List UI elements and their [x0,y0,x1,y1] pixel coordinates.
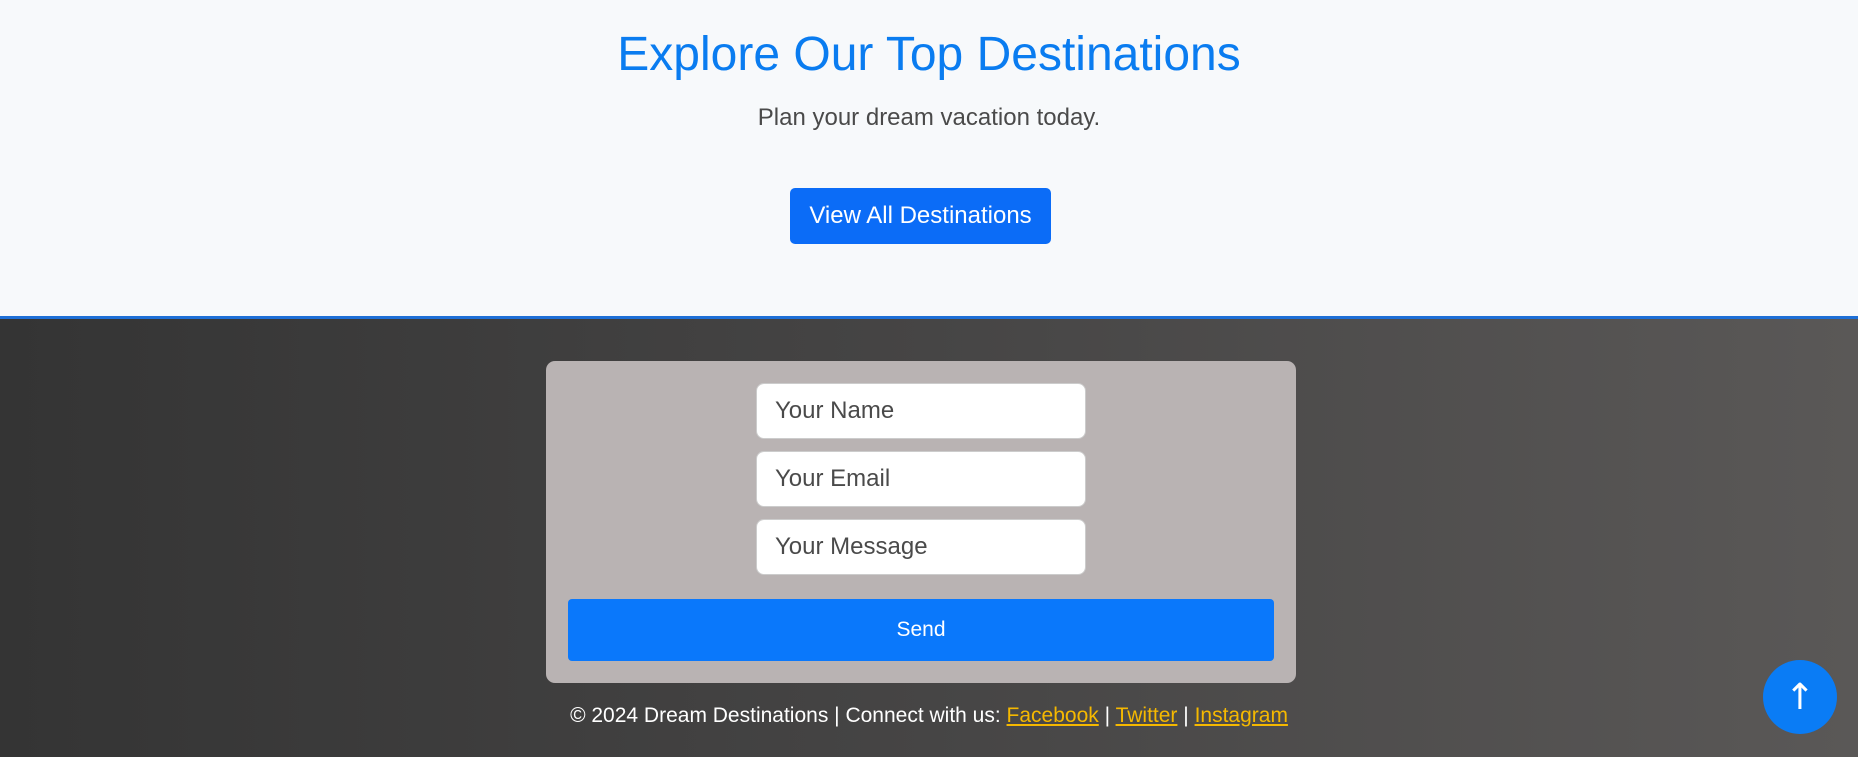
instagram-link[interactable]: Instagram [1195,704,1288,727]
copyright-text: © 2024 Dream Destinations | Connect with… [570,704,1001,727]
hero-title: Explore Our Top Destinations [617,28,1241,81]
message-input[interactable] [756,519,1086,575]
hero-subtitle: Plan your dream vacation today. [757,104,1101,131]
footer-text: © 2024 Dream Destinations | Connect with… [0,703,1858,729]
hero-section: Explore Our Top Destinations Plan your d… [0,0,1858,316]
view-all-destinations-button[interactable]: View All Destinations [790,188,1051,244]
name-input[interactable] [756,383,1086,439]
send-button[interactable]: Send [568,599,1274,661]
email-input[interactable] [756,451,1086,507]
arrow-up-icon: ↑ [1784,676,1816,718]
link-separator: | [1104,704,1111,727]
scroll-to-top-button[interactable]: ↑ [1763,660,1837,734]
footer: Send © 2024 Dream Destinations | Connect… [0,316,1858,757]
twitter-link[interactable]: Twitter [1116,704,1178,727]
link-separator: | [1183,704,1189,727]
contact-form: Send [546,361,1296,683]
facebook-link[interactable]: Facebook [1007,704,1099,727]
